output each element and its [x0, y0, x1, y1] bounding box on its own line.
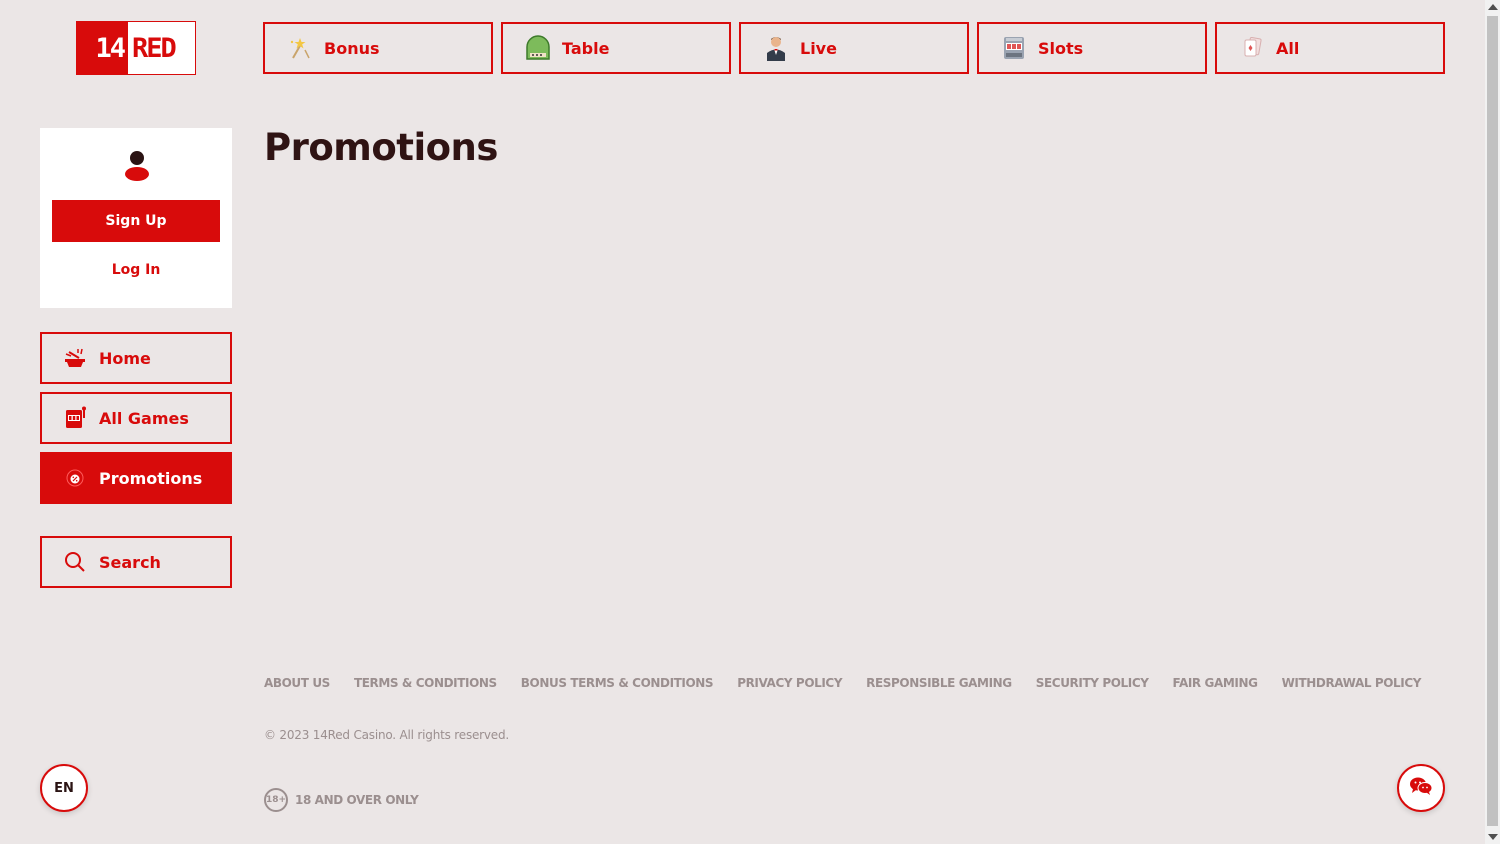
category-live[interactable]: Live: [739, 22, 969, 74]
category-label: Table: [562, 38, 610, 58]
footer-link-security[interactable]: SECURITY POLICY: [1036, 676, 1149, 690]
sidebar-item-label: Home: [99, 348, 151, 368]
promotion-icon: [62, 465, 88, 491]
search-button[interactable]: Search: [40, 536, 232, 588]
footer-link-withdrawal[interactable]: WITHDRAWAL POLICY: [1282, 676, 1422, 690]
footer-link-about-us[interactable]: ABOUT US: [264, 676, 330, 690]
log-in-link[interactable]: Log In: [40, 262, 232, 278]
home-icon: [62, 345, 88, 371]
page-title: Promotions: [264, 126, 498, 169]
sidebar-item-promotions[interactable]: Promotions: [40, 452, 232, 504]
slot-machine-icon: [1001, 35, 1027, 61]
account-card: Sign Up Log In: [40, 128, 232, 308]
footer-links: ABOUT US TERMS & CONDITIONS BONUS TERMS …: [264, 676, 1445, 690]
logo-text: RED: [132, 32, 177, 64]
search-icon: [62, 549, 88, 575]
footer-link-responsible-gaming[interactable]: RESPONSIBLE GAMING: [866, 676, 1012, 690]
footer-link-terms[interactable]: TERMS & CONDITIONS: [354, 676, 497, 690]
search-label: Search: [99, 552, 161, 572]
scroll-up-arrow[interactable]: [1488, 4, 1498, 10]
page-scrollbar[interactable]: [1485, 0, 1500, 844]
chat-button[interactable]: [1397, 764, 1445, 812]
category-label: Live: [800, 38, 837, 58]
user-icon: [124, 150, 150, 182]
age-18-icon: 18+: [264, 788, 288, 812]
category-all[interactable]: All: [1215, 22, 1445, 74]
copyright-text: © 2023 14Red Casino. All rights reserved…: [264, 728, 510, 742]
dealer-icon: [763, 35, 789, 61]
logo[interactable]: 14 RED: [76, 21, 196, 75]
category-slots[interactable]: Slots: [977, 22, 1207, 74]
age-notice: 18+ 18 AND OVER ONLY: [264, 788, 419, 812]
cards-icon: [1239, 35, 1265, 61]
sidebar-item-all-games[interactable]: All Games: [40, 392, 232, 444]
roulette-table-icon: [525, 35, 551, 61]
footer-link-fair-gaming[interactable]: FAIR GAMING: [1173, 676, 1258, 690]
chat-icon: [1409, 776, 1433, 800]
sign-up-button[interactable]: Sign Up: [52, 200, 220, 242]
sidebar-item-label: Promotions: [99, 468, 203, 488]
category-table[interactable]: Table: [501, 22, 731, 74]
logo-number: 14: [77, 22, 128, 74]
slot-machine-icon: [62, 405, 88, 431]
category-label: All: [1276, 38, 1300, 58]
scroll-down-arrow[interactable]: [1488, 834, 1498, 840]
footer-link-privacy[interactable]: PRIVACY POLICY: [737, 676, 842, 690]
category-label: Bonus: [324, 38, 380, 58]
sparkle-wand-icon: [287, 35, 313, 61]
scroll-thumb[interactable]: [1487, 16, 1498, 826]
language-button[interactable]: EN: [40, 764, 88, 812]
footer-link-bonus-terms[interactable]: BONUS TERMS & CONDITIONS: [521, 676, 714, 690]
category-label: Slots: [1038, 38, 1084, 58]
age-text: 18 AND OVER ONLY: [295, 793, 419, 807]
sidebar-item-home[interactable]: Home: [40, 332, 232, 384]
category-bonus[interactable]: Bonus: [263, 22, 493, 74]
sidebar-item-label: All Games: [99, 408, 189, 428]
